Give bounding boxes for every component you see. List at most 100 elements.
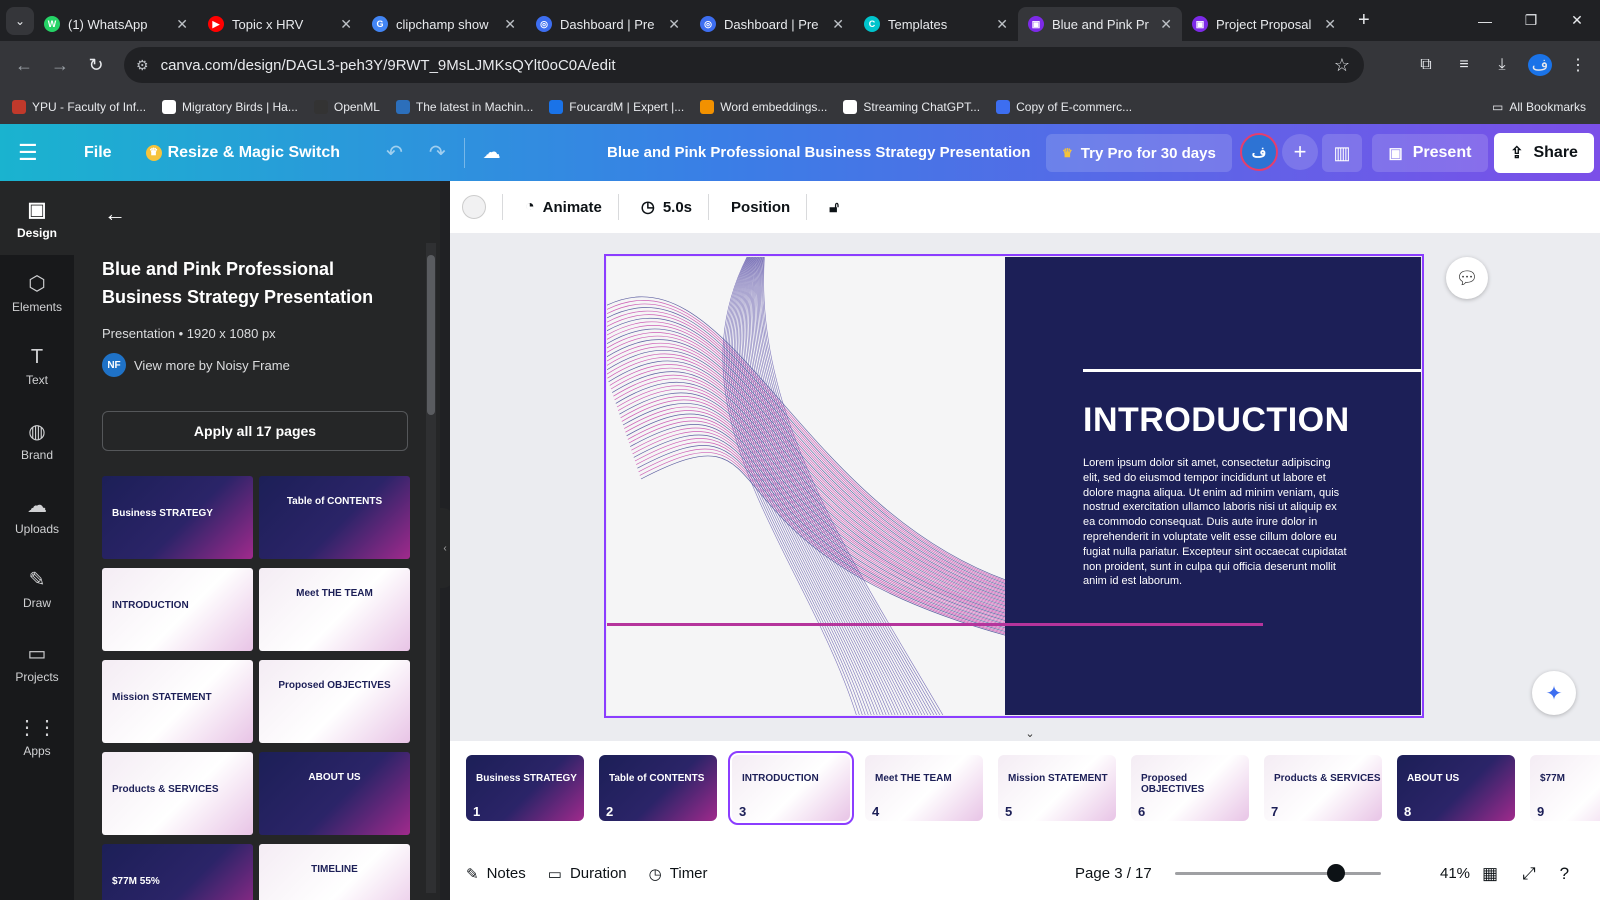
zoom-slider[interactable]	[1175, 864, 1381, 882]
zoom-slider-knob[interactable]	[1327, 864, 1345, 882]
page-thumbnail[interactable]: Business STRATEGY 1	[466, 755, 584, 821]
template-page-thumbnail[interactable]: Table of CONTENTS	[259, 476, 410, 559]
bookmark-item[interactable]: OpenML	[313, 100, 380, 114]
duration-toggle[interactable]: ▭ Duration	[548, 865, 627, 883]
fullscreen-icon[interactable]: ⤢	[1522, 864, 1536, 884]
bookmark-item[interactable]: Word embeddings...	[700, 100, 827, 114]
invite-plus-button[interactable]: +	[1282, 134, 1318, 170]
rail-item-projects[interactable]: ▭ Projects	[0, 625, 74, 699]
tab-close-icon[interactable]: ✕	[1324, 16, 1336, 33]
tab-close-icon[interactable]: ✕	[340, 16, 352, 33]
media-icon[interactable]: ≡	[1452, 56, 1476, 74]
cloud-saved-icon[interactable]: ☁	[483, 142, 501, 163]
scroll-thumb[interactable]	[427, 255, 435, 415]
tab-close-icon[interactable]: ✕	[668, 16, 680, 33]
rail-item-uploads[interactable]: ☁ Uploads	[0, 477, 74, 551]
undo-icon[interactable]: ↶	[386, 140, 403, 165]
template-page-thumbnail[interactable]: $77M 55%	[102, 844, 253, 900]
main-menu-icon[interactable]: ☰	[18, 140, 58, 166]
bookmark-item[interactable]: The latest in Machin...	[395, 100, 533, 114]
tab-close-icon[interactable]: ✕	[832, 16, 844, 33]
background-color-swatch[interactable]	[462, 195, 486, 219]
extensions-icon[interactable]: ⧉	[1414, 56, 1438, 74]
rail-item-draw[interactable]: ✎ Draw	[0, 551, 74, 625]
new-tab-button[interactable]: +	[1358, 9, 1370, 32]
redo-icon[interactable]: ↷	[429, 140, 446, 165]
page-thumbnail[interactable]: $77M 9	[1530, 755, 1600, 821]
minimize-button[interactable]: —	[1462, 0, 1508, 41]
browser-tab[interactable]: ◎ Dashboard | Pre ✕	[690, 7, 854, 41]
slide-body-text[interactable]: Lorem ipsum dolor sit amet, consectetur …	[1083, 456, 1347, 589]
zoom-percentage[interactable]: 41%	[1440, 865, 1470, 882]
downloads-icon[interactable]: ⤓	[1490, 56, 1514, 74]
restore-button[interactable]: ❐	[1508, 0, 1554, 41]
all-bookmarks[interactable]: ▭ All Bookmarks	[1492, 100, 1586, 114]
address-bar[interactable]: ⚙ canva.com/design/DAGL3-peh3Y/9RWT_9MsL…	[124, 47, 1364, 83]
position-button[interactable]: Position	[731, 199, 790, 216]
template-page-thumbnail[interactable]: Products & SERVICES	[102, 752, 253, 835]
magic-assistant-icon[interactable]: ✦	[1532, 671, 1576, 715]
tab-close-icon[interactable]: ✕	[504, 16, 516, 33]
grid-view-icon[interactable]: ▦	[1482, 864, 1498, 884]
rail-item-design[interactable]: ▣ Design	[0, 181, 74, 255]
browser-tab[interactable]: C Templates ✕	[854, 7, 1018, 41]
bookmark-item[interactable]: Copy of E-commerc...	[996, 100, 1132, 114]
tab-close-icon[interactable]: ✕	[176, 16, 188, 33]
forward-button[interactable]: →	[42, 48, 78, 84]
template-page-thumbnail[interactable]: INTRODUCTION	[102, 568, 253, 651]
browser-tab[interactable]: ▣ Blue and Pink Pr ✕	[1018, 7, 1182, 41]
browser-tab[interactable]: ▣ Project Proposal ✕	[1182, 7, 1346, 41]
design-title[interactable]: Blue and Pink Professional Business Stra…	[607, 144, 1030, 161]
insights-icon[interactable]: ▥	[1322, 134, 1362, 172]
profile-avatar[interactable]: ف	[1528, 54, 1552, 76]
try-pro-button[interactable]: ♛ Try Pro for 30 days	[1046, 134, 1232, 172]
duration-button[interactable]: ◷ 5.0s	[641, 197, 692, 217]
panel-scrollbar[interactable]	[426, 243, 436, 893]
page-thumbnail[interactable]: Table of CONTENTS 2	[599, 755, 717, 821]
template-page-thumbnail[interactable]: Business STRATEGY	[102, 476, 253, 559]
lock-icon[interactable]: 🔓︎	[829, 199, 839, 216]
present-button[interactable]: ▣ Present	[1372, 134, 1488, 172]
rail-item-apps[interactable]: ⋮⋮ Apps	[0, 699, 74, 773]
browser-tab[interactable]: ◎ Dashboard | Pre ✕	[526, 7, 690, 41]
chevron-down-icon[interactable]: ⌄	[1015, 727, 1045, 741]
apply-all-pages-button[interactable]: Apply all 17 pages	[102, 411, 408, 451]
rail-item-elements[interactable]: ⬡ Elements	[0, 255, 74, 329]
page-thumbnail[interactable]: Mission STATEMENT 5	[998, 755, 1116, 821]
browser-tab[interactable]: ▶ Topic x HRV ✕	[198, 7, 362, 41]
bookmark-item[interactable]: Streaming ChatGPT...	[843, 100, 980, 114]
user-avatar[interactable]: ف	[1240, 133, 1278, 171]
reload-button[interactable]: ↻	[78, 48, 114, 84]
back-arrow-icon[interactable]: ←	[104, 201, 126, 227]
slide-canvas[interactable]: INTRODUCTION Lorem ipsum dolor sit amet,…	[604, 254, 1424, 718]
template-page-thumbnail[interactable]: Mission STATEMENT	[102, 660, 253, 743]
bookmark-item[interactable]: FoucardM | Expert |...	[549, 100, 684, 114]
bookmark-item[interactable]: YPU - Faculty of Inf...	[12, 100, 146, 114]
rail-item-brand[interactable]: ◍ Brand	[0, 403, 74, 477]
page-thumbnail[interactable]: Meet THE TEAM 4	[865, 755, 983, 821]
page-thumbnail[interactable]: Products & SERVICES 7	[1264, 755, 1382, 821]
browser-menu-icon[interactable]: ⋮	[1566, 55, 1590, 75]
back-button[interactable]: ←	[6, 48, 42, 84]
template-page-thumbnail[interactable]: Meet THE TEAM	[259, 568, 410, 651]
template-page-thumbnail[interactable]: ABOUT US	[259, 752, 410, 835]
bookmark-star-icon[interactable]: ☆	[1334, 55, 1350, 76]
tab-close-icon[interactable]: ✕	[1160, 16, 1172, 33]
share-button[interactable]: ⇪ Share	[1494, 133, 1594, 173]
close-window-button[interactable]: ✕	[1554, 0, 1600, 41]
add-comment-icon[interactable]: 💬︎	[1446, 257, 1488, 299]
browser-tab[interactable]: W (1) WhatsApp ✕	[34, 7, 198, 41]
template-page-thumbnail[interactable]: TIMELINE	[259, 844, 410, 900]
slide-heading[interactable]: INTRODUCTION	[1083, 401, 1350, 440]
tab-close-icon[interactable]: ✕	[996, 16, 1008, 33]
animate-button[interactable]: ◔ Animate	[525, 198, 602, 216]
tab-search-button[interactable]: ⌄	[6, 6, 34, 35]
author-link[interactable]: NF View more by Noisy Frame	[102, 353, 290, 377]
template-page-thumbnail[interactable]: Proposed OBJECTIVES	[259, 660, 410, 743]
page-indicator[interactable]: Page 3 / 17	[1075, 865, 1152, 882]
site-info-icon[interactable]: ⚙	[136, 57, 149, 74]
file-menu[interactable]: File	[84, 144, 112, 162]
browser-tab[interactable]: Gclipchamp show ✕	[362, 7, 526, 41]
rail-item-text[interactable]: T Text	[0, 329, 74, 403]
timer-button[interactable]: ◷ Timer	[649, 865, 708, 883]
